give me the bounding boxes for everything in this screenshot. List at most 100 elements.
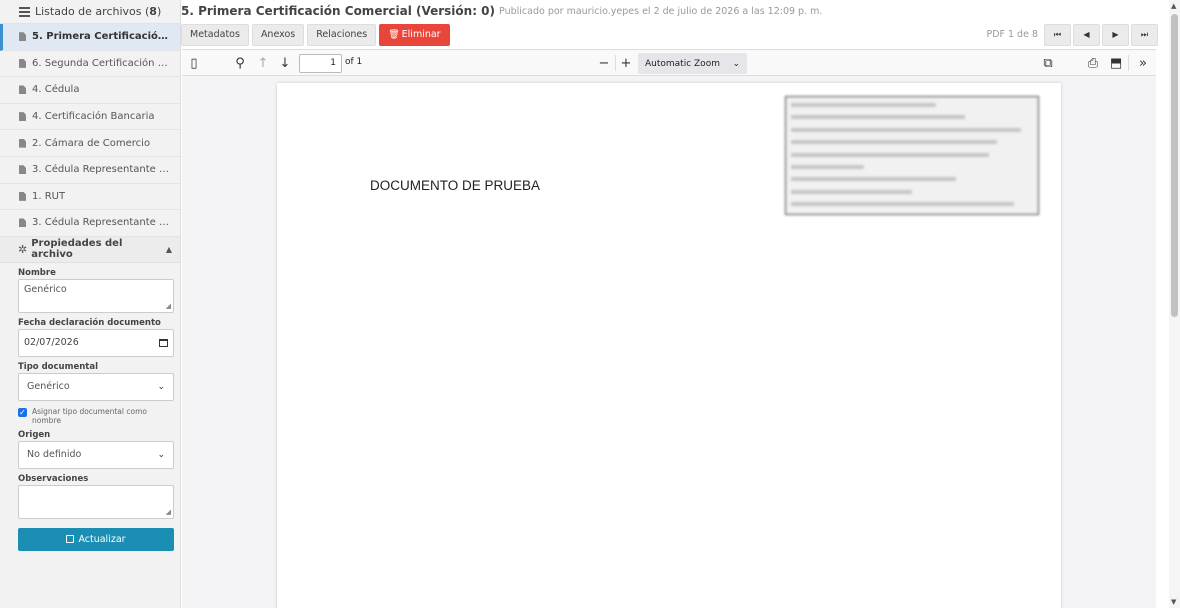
delete-button-label: Eliminar xyxy=(401,29,441,40)
resize-grip-icon[interactable]: ◢ xyxy=(166,508,171,516)
menu-icon xyxy=(19,6,30,17)
file-item-segunda-certificacion[interactable]: 6. Segunda Certificación Co... xyxy=(0,51,180,78)
published-info: Publicado por mauricio.yepes el 2 de jul… xyxy=(499,5,823,17)
tab-anexos[interactable]: Anexos xyxy=(251,23,305,46)
nombre-field[interactable]: Genérico ◢ xyxy=(18,278,174,313)
zoom-select[interactable]: Automatic Zoom ⌄ xyxy=(638,53,747,74)
properties-panel-header[interactable]: ✲ Propiedades del archivo ▲ xyxy=(0,236,180,263)
document-title-bar: 5. Primera Certificación Comercial (Vers… xyxy=(181,0,1171,22)
tipo-documental-label: Tipo documental xyxy=(18,361,98,372)
fecha-value: 02/07/2026 xyxy=(24,337,79,349)
trash-icon: 🗑 xyxy=(388,29,400,40)
nombre-label: Nombre xyxy=(18,267,56,278)
fecha-label: Fecha declaración documento xyxy=(18,317,161,328)
search-icon[interactable]: ⚲ xyxy=(232,55,248,71)
toolbar-divider xyxy=(1128,55,1129,71)
pdf-pager: PDF 1 de 8 ⏮ ◀ ▶ ⏭ xyxy=(986,23,1158,46)
nombre-value: Genérico xyxy=(24,283,67,295)
update-button[interactable]: Actualizar xyxy=(18,527,174,551)
arrow-up-icon[interactable]: ↑ xyxy=(255,55,271,71)
pdf-viewer: ▯ ⚲ ↑ ↓ 1 of 1 − + Automatic Zoom ⌄ ⧉ ⎙ … xyxy=(182,49,1156,608)
print-icon[interactable]: ⎙ xyxy=(1085,55,1101,71)
file-item-label: 4. Certificación Bancaria xyxy=(32,111,155,123)
scroll-up-icon[interactable]: ▲ xyxy=(1171,2,1176,10)
page-total: of 1 xyxy=(345,57,363,67)
next-page-button[interactable]: ▶ xyxy=(1102,23,1129,46)
file-item-label: 3. Cédula Representante Legal xyxy=(32,217,172,229)
open-file-icon[interactable]: ⬒ xyxy=(1108,55,1124,71)
first-page-button[interactable]: ⏮ xyxy=(1044,23,1071,46)
file-item-label: 3. Cédula Representante Legal xyxy=(32,164,172,176)
asignar-nombre-label: Asignar tipo documental como nombre xyxy=(32,406,147,425)
zoom-out-icon[interactable]: − xyxy=(596,55,612,71)
file-item-rut[interactable]: 1. RUT xyxy=(0,184,180,211)
file-item-label: 1. RUT xyxy=(32,190,66,202)
origen-value: No definido xyxy=(27,449,82,461)
toolbar-divider xyxy=(615,55,616,71)
file-item-primera-certificacion[interactable]: 5. Primera Certificación Co... xyxy=(0,24,180,51)
pdf-toolbar: ▯ ⚲ ↑ ↓ 1 of 1 − + Automatic Zoom ⌄ ⧉ ⎙ … xyxy=(182,50,1156,76)
chevron-down-icon: ⌄ xyxy=(157,381,165,392)
resize-grip-icon[interactable]: ◢ xyxy=(166,302,171,310)
file-item-certificacion-bancaria[interactable]: 4. Certificación Bancaria xyxy=(0,104,180,131)
zoom-in-icon[interactable]: + xyxy=(618,55,634,71)
file-sidebar: Listado de archivos (8) 5. Primera Certi… xyxy=(0,0,181,608)
save-icon xyxy=(66,535,75,544)
last-page-button[interactable]: ⏭ xyxy=(1131,23,1158,46)
tools-menu-icon[interactable]: » xyxy=(1135,55,1151,71)
document-icon xyxy=(19,218,26,228)
document-icon xyxy=(19,32,26,42)
properties-title: Propiedades del archivo xyxy=(31,238,123,261)
file-list-title: Listado de archivos xyxy=(35,5,142,18)
origen-label: Origen xyxy=(18,429,51,440)
blurred-stamp xyxy=(785,96,1039,215)
chevron-up-icon[interactable]: ▲ xyxy=(166,245,172,254)
file-count: 8 xyxy=(149,5,157,18)
document-icon xyxy=(19,85,26,95)
fecha-date-field[interactable]: 02/07/2026 xyxy=(18,328,174,357)
file-item-cedula-representante-2[interactable]: 3. Cédula Representante Legal xyxy=(0,210,180,237)
document-icon xyxy=(19,138,26,148)
gear-icon: ✲ xyxy=(18,242,28,256)
file-item-label: 5. Primera Certificación Co... xyxy=(32,31,172,43)
tipo-documental-value: Genérico xyxy=(27,381,70,393)
calendar-icon[interactable] xyxy=(159,338,168,347)
tab-metadatos[interactable]: Metadatos xyxy=(181,23,249,46)
document-icon xyxy=(19,165,26,175)
document-icon xyxy=(19,191,26,201)
pdf-pager-text: PDF 1 de 8 xyxy=(986,29,1038,40)
page-title: 5. Primera Certificación Comercial (Vers… xyxy=(181,4,496,18)
scrollbar-thumb[interactable] xyxy=(1171,14,1178,317)
pdf-page: DOCUMENTO DE PRUEBA xyxy=(277,83,1061,608)
delete-button[interactable]: 🗑 Eliminar xyxy=(379,23,450,46)
presentation-mode-icon[interactable]: ⧉ xyxy=(1040,55,1056,71)
asignar-nombre-checkbox[interactable]: ✓ xyxy=(18,407,27,417)
file-item-label: 4. Cédula xyxy=(32,84,80,96)
arrow-down-icon[interactable]: ↓ xyxy=(277,55,293,71)
tipo-documental-select[interactable]: Genérico ⌄ xyxy=(18,372,174,401)
file-item-label: 6. Segunda Certificación Co... xyxy=(32,57,172,69)
observaciones-field[interactable]: ◢ xyxy=(18,484,174,519)
file-list-header[interactable]: Listado de archivos (8) xyxy=(0,0,180,24)
previous-page-button[interactable]: ◀ xyxy=(1073,23,1100,46)
file-item-cedula-representante[interactable]: 3. Cédula Representante Legal xyxy=(0,157,180,184)
properties-form: Nombre Genérico ◢ Fecha declaración docu… xyxy=(0,268,180,551)
asignar-nombre-row[interactable]: ✓ Asignar tipo documental como nombre xyxy=(18,407,173,425)
document-icon xyxy=(19,58,26,68)
update-button-label: Actualizar xyxy=(78,533,126,545)
document-body-text: DOCUMENTO DE PRUEBA xyxy=(370,178,541,193)
zoom-value: Automatic Zoom xyxy=(645,58,720,69)
file-item-camara-comercio[interactable]: 2. Cámara de Comercio xyxy=(0,130,180,157)
file-item-label: 2. Cámara de Comercio xyxy=(32,137,151,149)
page-number-input[interactable]: 1 xyxy=(299,54,342,73)
sidebar-toggle-icon[interactable]: ▯ xyxy=(186,55,202,71)
scroll-down-icon[interactable]: ▼ xyxy=(1171,598,1176,606)
chevron-down-icon: ⌄ xyxy=(157,449,165,460)
file-item-cedula[interactable]: 4. Cédula xyxy=(0,77,180,104)
document-icon xyxy=(19,112,26,122)
tab-relaciones[interactable]: Relaciones xyxy=(307,23,377,46)
observaciones-label: Observaciones xyxy=(18,473,89,484)
chevron-down-icon: ⌄ xyxy=(732,58,740,69)
window-scrollbar[interactable]: ▲ ▼ xyxy=(1169,0,1180,608)
origen-select[interactable]: No definido ⌄ xyxy=(18,440,174,469)
